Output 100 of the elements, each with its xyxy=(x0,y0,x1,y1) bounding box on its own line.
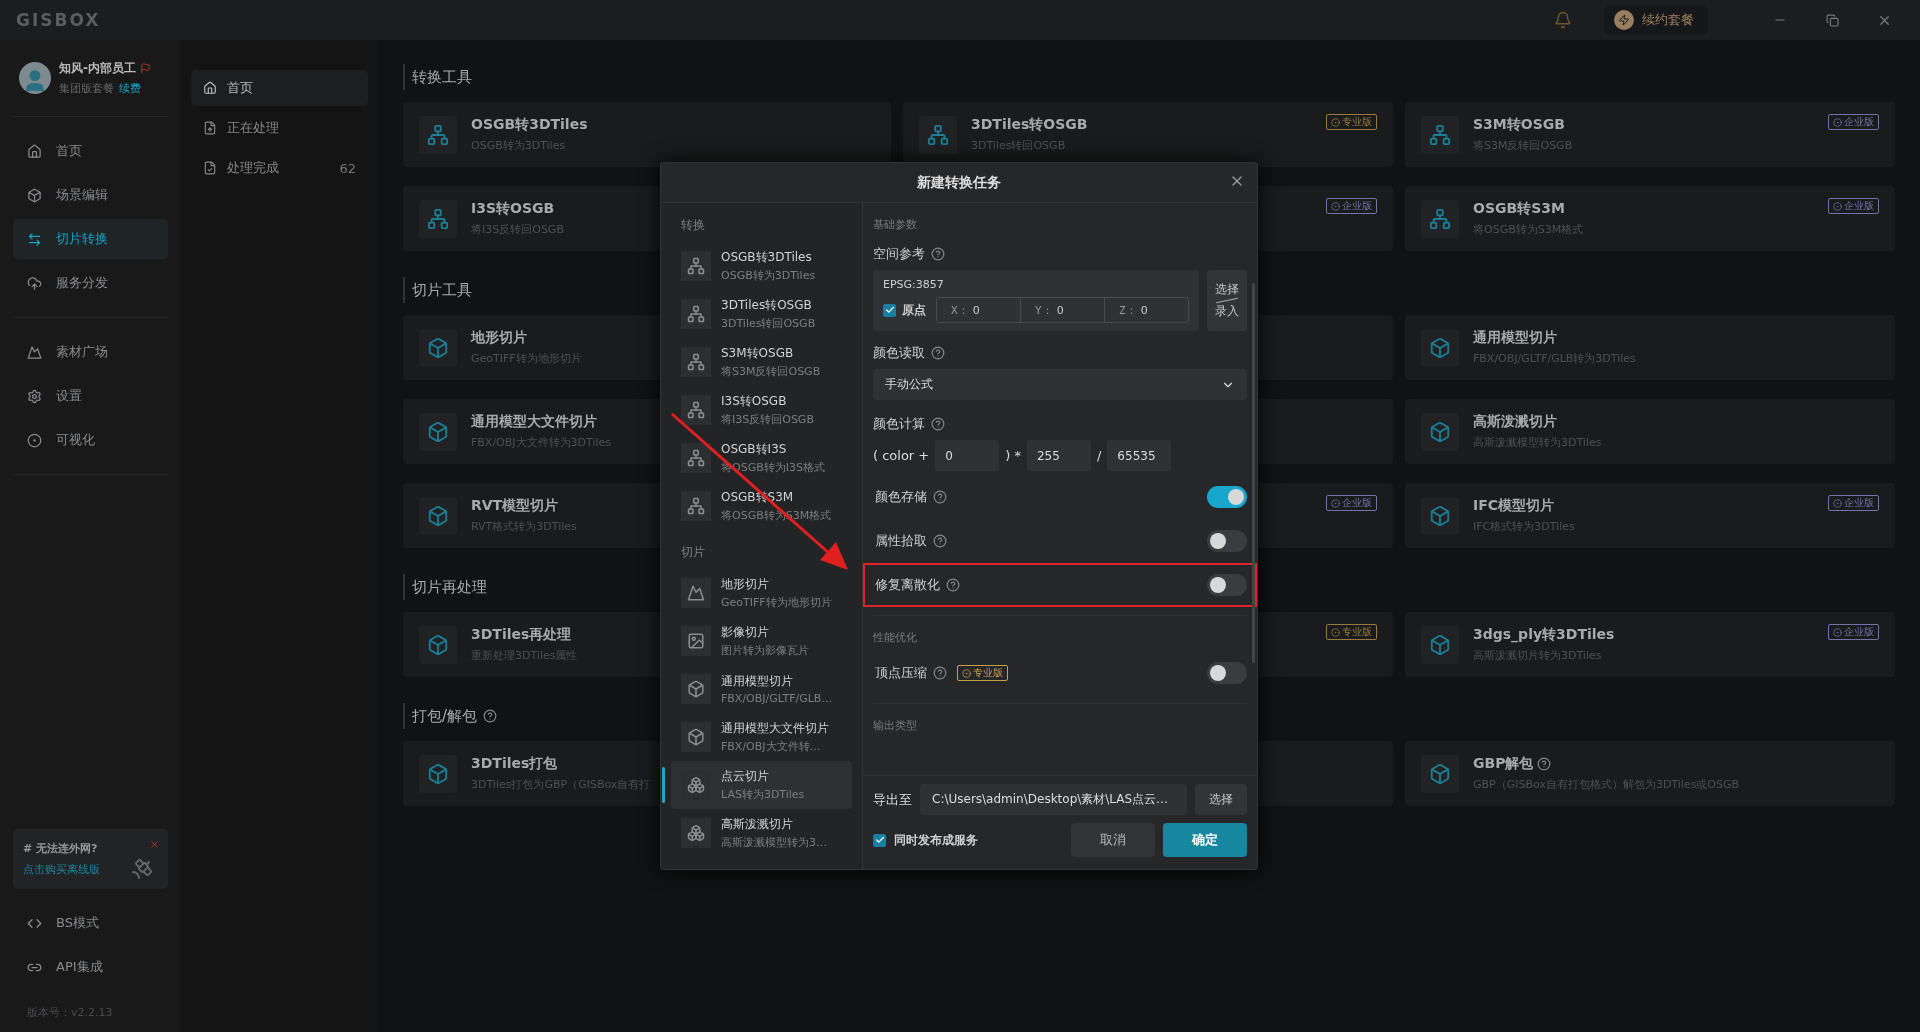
section-title: 打包/解包 xyxy=(412,706,478,726)
path-field[interactable]: C:\Users\admin\Desktop\素材\LAS点云… xyxy=(920,784,1187,815)
section-title: 转换工具 xyxy=(412,67,472,87)
bell-icon[interactable] xyxy=(1554,11,1572,29)
edition-badge: 企业版 xyxy=(1326,198,1377,214)
confirm-button[interactable]: 确定 xyxy=(1163,823,1247,857)
checkbox[interactable] xyxy=(873,833,886,847)
task-type-item[interactable]: 高斯泼溅切片 高斯泼溅模型转为3… xyxy=(671,809,852,857)
card-title: 3DTiles转OSGB xyxy=(971,116,1088,134)
card-title: GBP解包 xyxy=(1473,755,1740,773)
nav-item[interactable]: BS模式 xyxy=(13,903,169,943)
toggle-switch[interactable] xyxy=(1207,486,1247,508)
axis-label: Y： xyxy=(1035,302,1053,318)
edition-badge: 专业版 xyxy=(957,665,1008,681)
avatar[interactable] xyxy=(19,62,51,94)
help-icon[interactable] xyxy=(931,346,945,360)
cube-icon xyxy=(27,187,42,203)
nav-item[interactable]: 切片转换 xyxy=(13,219,169,259)
toggle-switch[interactable] xyxy=(1207,530,1247,552)
coordinate-value: 0 xyxy=(1056,303,1064,317)
home-icon xyxy=(27,143,42,159)
edition-badge: 企业版 xyxy=(1828,495,1879,511)
subnav-item[interactable]: 正在处理 xyxy=(191,110,368,146)
network-icon xyxy=(681,347,711,377)
nav-item[interactable]: 首页 xyxy=(13,131,169,171)
epsg-code: EPSG:3857 xyxy=(883,278,945,291)
number-field[interactable]: 65535 xyxy=(1107,440,1172,471)
edition-badge: 企业版 xyxy=(1828,198,1879,214)
subnav-item[interactable]: 首页 xyxy=(191,70,368,106)
help-icon[interactable] xyxy=(933,666,947,680)
card-title: IFC模型切片 xyxy=(1473,497,1556,515)
field-label: 修复离散化 xyxy=(875,576,960,594)
card-title: 3DTiles再处理 xyxy=(471,626,573,644)
cancel-button[interactable]: 取消 xyxy=(1071,823,1155,857)
section-title: 切片工具 xyxy=(412,280,472,300)
edition-badge: 专业版 xyxy=(1326,114,1377,130)
cloud-upload-icon xyxy=(27,275,42,291)
help-icon[interactable] xyxy=(933,534,947,548)
axis-label: Z： xyxy=(1119,302,1137,318)
edition-badge: 企业版 xyxy=(1828,624,1879,640)
buy-offline-link[interactable]: 点击购买离线版 xyxy=(23,862,159,877)
renew-plan-button[interactable]: 续约套餐 xyxy=(1604,5,1708,35)
nav-item[interactable]: 场景编辑 xyxy=(13,175,169,215)
cube-icon xyxy=(1421,328,1459,367)
card-title: I3S转OSGB xyxy=(471,200,556,218)
renew-link[interactable]: 续费 xyxy=(119,81,141,96)
task-type-item[interactable]: 影像切片 图片转为影像瓦片 xyxy=(671,617,852,665)
edition-badge: 专业版 xyxy=(1326,624,1377,640)
nav-item[interactable]: 设置 xyxy=(13,376,169,416)
flag-icon xyxy=(140,63,151,74)
app-logo: GISBOX xyxy=(16,10,101,30)
number-field[interactable]: 255 xyxy=(1026,440,1091,471)
help-icon[interactable] xyxy=(931,247,945,261)
network-icon xyxy=(681,299,711,329)
nav-item[interactable]: 可视化 xyxy=(13,420,169,460)
select-input-button[interactable]: 选择 录入 xyxy=(1207,270,1247,331)
mountain-icon xyxy=(27,344,42,360)
help-icon[interactable] xyxy=(483,709,498,723)
toggle-switch[interactable] xyxy=(1207,662,1247,684)
card-title: OSGB转3DTiles xyxy=(471,116,588,134)
subnav-item[interactable]: 处理完成 62 xyxy=(191,150,368,186)
close-icon[interactable] xyxy=(149,839,161,850)
cube-icon xyxy=(419,496,457,535)
restore-icon[interactable] xyxy=(1825,13,1839,27)
browse-button[interactable]: 选择 xyxy=(1195,784,1247,815)
checkbox-label: 同时发布成服务 xyxy=(894,831,978,849)
number-field[interactable]: 0 xyxy=(935,440,1000,471)
nav-item[interactable]: 服务分发 xyxy=(13,263,169,303)
help-icon[interactable] xyxy=(946,578,960,592)
network-icon xyxy=(1421,199,1459,238)
dropdown[interactable]: 手动公式 xyxy=(873,369,1247,400)
nav-item[interactable]: 素材广场 xyxy=(13,332,169,372)
formula-text: / xyxy=(1096,448,1102,463)
circle-icon xyxy=(27,432,42,448)
coordinate-field[interactable]: X： 0 Y： 0 Z： 0 xyxy=(936,297,1189,323)
network-icon xyxy=(681,491,711,521)
coordinate-value: 0 xyxy=(1140,303,1148,317)
network-icon xyxy=(1421,115,1459,154)
nav-item[interactable]: API集成 xyxy=(13,947,169,987)
plan-label: 集团版套餐 xyxy=(59,81,114,96)
lightning-icon xyxy=(1618,14,1630,26)
network-icon xyxy=(681,251,711,281)
checkbox[interactable] xyxy=(883,303,896,317)
help-icon[interactable] xyxy=(931,417,945,431)
axis-label: X： xyxy=(951,302,969,318)
home-icon xyxy=(203,81,218,95)
toggle-switch[interactable] xyxy=(1207,574,1247,596)
section-label: 输出类型 xyxy=(873,719,917,732)
formula-text: ) * xyxy=(1005,448,1021,463)
cube-icon xyxy=(1421,754,1459,793)
coordinate-value: 0 xyxy=(972,303,980,317)
help-icon[interactable] xyxy=(1537,757,1552,771)
swap-arrows-icon xyxy=(27,231,42,247)
card-title: 3dgs_ply转3DTiles xyxy=(1473,626,1615,644)
cube-icon xyxy=(419,754,457,793)
network-icon xyxy=(919,115,957,154)
file-upload-icon xyxy=(203,121,218,135)
help-icon[interactable] xyxy=(933,490,947,504)
cube-icon xyxy=(1421,625,1459,664)
card-title: 高斯泼溅切片 xyxy=(1473,413,1558,431)
